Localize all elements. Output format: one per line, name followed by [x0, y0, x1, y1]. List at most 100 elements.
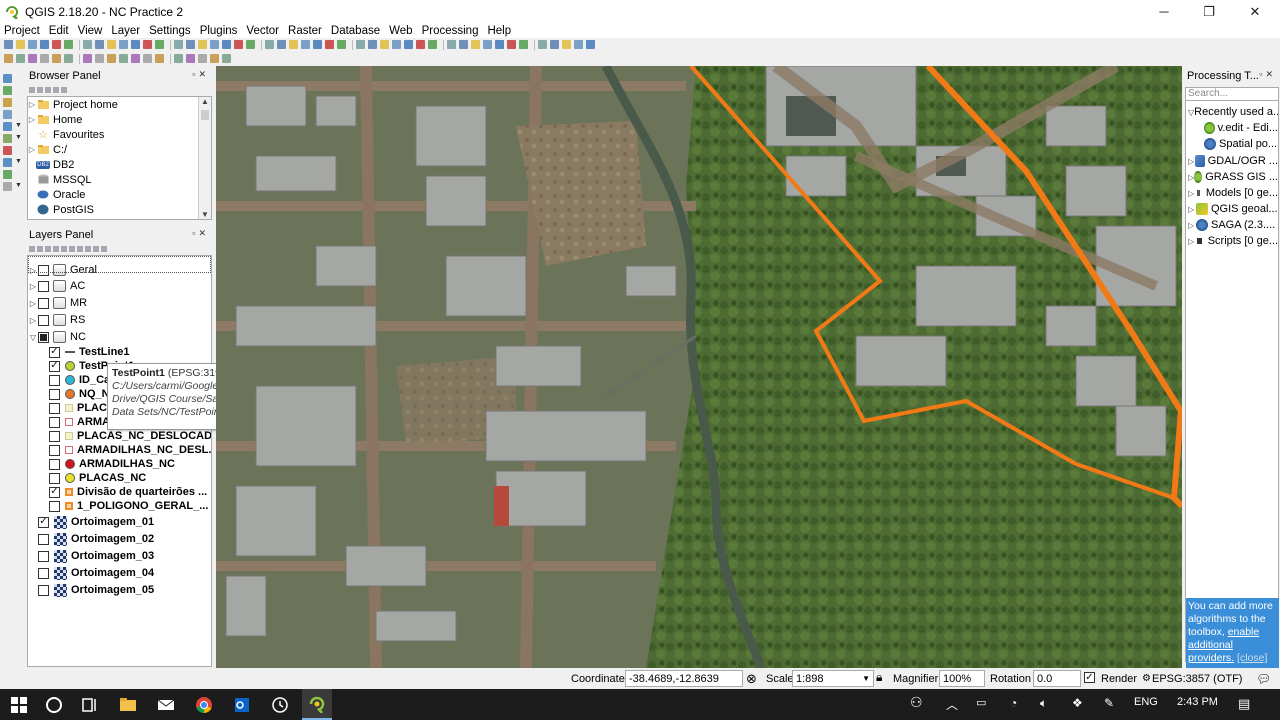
layer-row[interactable]: ▷ Geral: [28, 262, 97, 278]
browser-item-favourites[interactable]: ☆ Favourites: [28, 127, 211, 142]
menu-view[interactable]: View: [74, 25, 108, 37]
expand-arrow-icon[interactable]: ▷: [1188, 221, 1196, 230]
browser-tree[interactable]: ▷ Project home ▷ Home ☆ Favourites ▷ C:/DB2 DB2 M…: [27, 96, 212, 220]
layer-row[interactable]: ▷ MR: [28, 295, 87, 311]
menu-web[interactable]: Web: [385, 25, 417, 37]
clock-time[interactable]: 2:43 PM: [1177, 696, 1218, 708]
toolbar-tool-icon[interactable]: [64, 40, 73, 49]
layer-visibility-checkbox[interactable]: [49, 500, 60, 512]
toolbar-tool-icon[interactable]: [562, 40, 571, 49]
toolbar-tool-icon[interactable]: [325, 40, 334, 49]
rotation-field[interactable]: 0.0: [1033, 670, 1081, 687]
layer-row[interactable]: ▷ RS: [28, 312, 85, 328]
layer-row[interactable]: Ortoimagem_04: [28, 565, 154, 581]
layer-visibility-checkbox[interactable]: ✓: [38, 516, 49, 528]
processing-provider-item[interactable]: ▷ Models [0 ge...: [1188, 185, 1278, 201]
toolbar-tool-icon[interactable]: [131, 40, 140, 49]
toolbar-tool-icon[interactable]: [155, 40, 164, 49]
toolbar-tool-icon[interactable]: [519, 40, 528, 49]
messages-icon[interactable]: 💬︎: [1256, 672, 1271, 686]
mail-icon[interactable]: [156, 695, 176, 715]
toolbar-tool-icon[interactable]: [64, 54, 73, 63]
browser-item-db2[interactable]: DB2 DB2: [28, 157, 211, 172]
processing-provider-item[interactable]: ▷ GDAL/OGR ...: [1188, 153, 1278, 169]
map-canvas[interactable]: [216, 66, 1182, 668]
layer-visibility-checkbox[interactable]: [49, 374, 60, 386]
menu-database[interactable]: Database: [327, 25, 385, 37]
toolbar-tool-icon[interactable]: [210, 40, 219, 49]
file-explorer-icon[interactable]: [118, 695, 138, 715]
qgis-taskbar-button[interactable]: [302, 689, 332, 720]
toolbar-tool-icon[interactable]: [143, 54, 152, 63]
dropbox-icon[interactable]: ❖: [1072, 696, 1083, 710]
toolbar-tool-icon[interactable]: [107, 54, 116, 63]
toolbar-tool-icon[interactable]: [265, 40, 274, 49]
expand-arrow-icon[interactable]: ▷: [1188, 205, 1196, 214]
toolbar-tool-icon[interactable]: [471, 40, 480, 49]
toolbar-tool-icon[interactable]: [222, 40, 231, 49]
toolbar-tool-icon[interactable]: [16, 54, 25, 63]
menu-project[interactable]: Project: [0, 25, 45, 37]
dropdown-arrow-icon[interactable]: ▼: [15, 158, 22, 165]
restore-button[interactable]: ❐: [1186, 0, 1232, 23]
crs-status-button[interactable]: EPSG:3857 (OTF): [1152, 673, 1242, 685]
toolbar-tool-icon[interactable]: [95, 40, 104, 49]
layer-visibility-checkbox[interactable]: [49, 472, 60, 484]
processing-provider-item[interactable]: ▷ GRASS GIS ...: [1188, 169, 1278, 185]
toolbar-tool-icon[interactable]: [428, 40, 437, 49]
toolbar-tool-icon[interactable]: [550, 40, 559, 49]
language-indicator[interactable]: ENG: [1134, 696, 1158, 708]
toolbar-tool-icon[interactable]: [95, 54, 104, 63]
menu-processing[interactable]: Processing: [418, 25, 484, 37]
pen-icon[interactable]: ✎: [1104, 696, 1114, 710]
processing-provider-item[interactable]: ▷ SAGA (2.3....: [1188, 217, 1278, 233]
add-layer-tool-icon[interactable]: [3, 134, 12, 143]
add-layer-tool-icon[interactable]: [3, 122, 12, 131]
layer-row[interactable]: Ortoimagem_05: [28, 582, 154, 598]
volume-icon[interactable]: 🔈︎: [1040, 696, 1047, 711]
toolbar-tool-icon[interactable]: [222, 54, 231, 63]
scale-field[interactable]: 1:898 ▼: [792, 670, 874, 687]
toolbar-tool-icon[interactable]: [301, 40, 310, 49]
lock-icon[interactable]: 🔒︎: [876, 670, 882, 685]
toolbar-tool-icon[interactable]: [83, 40, 92, 49]
layer-row[interactable]: ▽ NC: [28, 329, 86, 345]
browser-item-mssql[interactable]: MSSQL: [28, 172, 211, 187]
layer-visibility-checkbox[interactable]: ✓: [49, 360, 60, 372]
expand-arrow-icon[interactable]: ▷: [28, 299, 38, 308]
add-layer-tool-icon[interactable]: [3, 74, 12, 83]
layer-visibility-checkbox[interactable]: [38, 533, 49, 545]
chevron-up-icon[interactable]: ︿: [946, 696, 958, 713]
notice-close-link[interactable]: [close]: [1237, 652, 1267, 664]
menu-plugins[interactable]: Plugins: [196, 25, 243, 37]
battery-icon[interactable]: ▭: [976, 696, 986, 709]
toolbar-tool-icon[interactable]: [210, 54, 219, 63]
toolbar-tool-icon[interactable]: [337, 40, 346, 49]
cortana-icon[interactable]: [44, 695, 64, 715]
layer-visibility-checkbox[interactable]: [38, 331, 49, 343]
toolbar-tool-icon[interactable]: [313, 40, 322, 49]
layer-visibility-checkbox[interactable]: [38, 264, 49, 276]
layer-visibility-checkbox[interactable]: [49, 444, 60, 456]
browser-item-project-home[interactable]: ▷ Project home: [28, 97, 211, 112]
layers-panel-toolbar[interactable]: [26, 244, 213, 253]
expand-arrow-icon[interactable]: ▷: [28, 145, 36, 154]
toolbar-tool-icon[interactable]: [119, 40, 128, 49]
toolbar-tool-icon[interactable]: [186, 40, 195, 49]
layer-visibility-checkbox[interactable]: [49, 388, 60, 400]
task-view-icon[interactable]: [80, 695, 100, 715]
processing-search-input[interactable]: Search...: [1185, 87, 1279, 101]
coordinate-field[interactable]: -38.4689,-12.8639: [625, 670, 743, 687]
menu-edit[interactable]: Edit: [45, 25, 74, 37]
toolbar-tool-icon[interactable]: [16, 40, 25, 49]
toolbar-tool-icon[interactable]: [495, 40, 504, 49]
toolbar-tool-icon[interactable]: [392, 40, 401, 49]
dropdown-arrow-icon[interactable]: ▼: [15, 122, 22, 129]
close-button[interactable]: ✕: [1232, 0, 1278, 23]
expand-arrow-icon[interactable]: ▷: [28, 100, 36, 109]
render-checkbox[interactable]: ✓: [1084, 672, 1095, 683]
toolbar-tool-icon[interactable]: [198, 54, 207, 63]
toolbar-tool-icon[interactable]: [40, 54, 49, 63]
expand-arrow-icon[interactable]: ▷: [28, 115, 36, 124]
layer-row[interactable]: 1_POLIGONO_GERAL_...: [28, 498, 208, 514]
